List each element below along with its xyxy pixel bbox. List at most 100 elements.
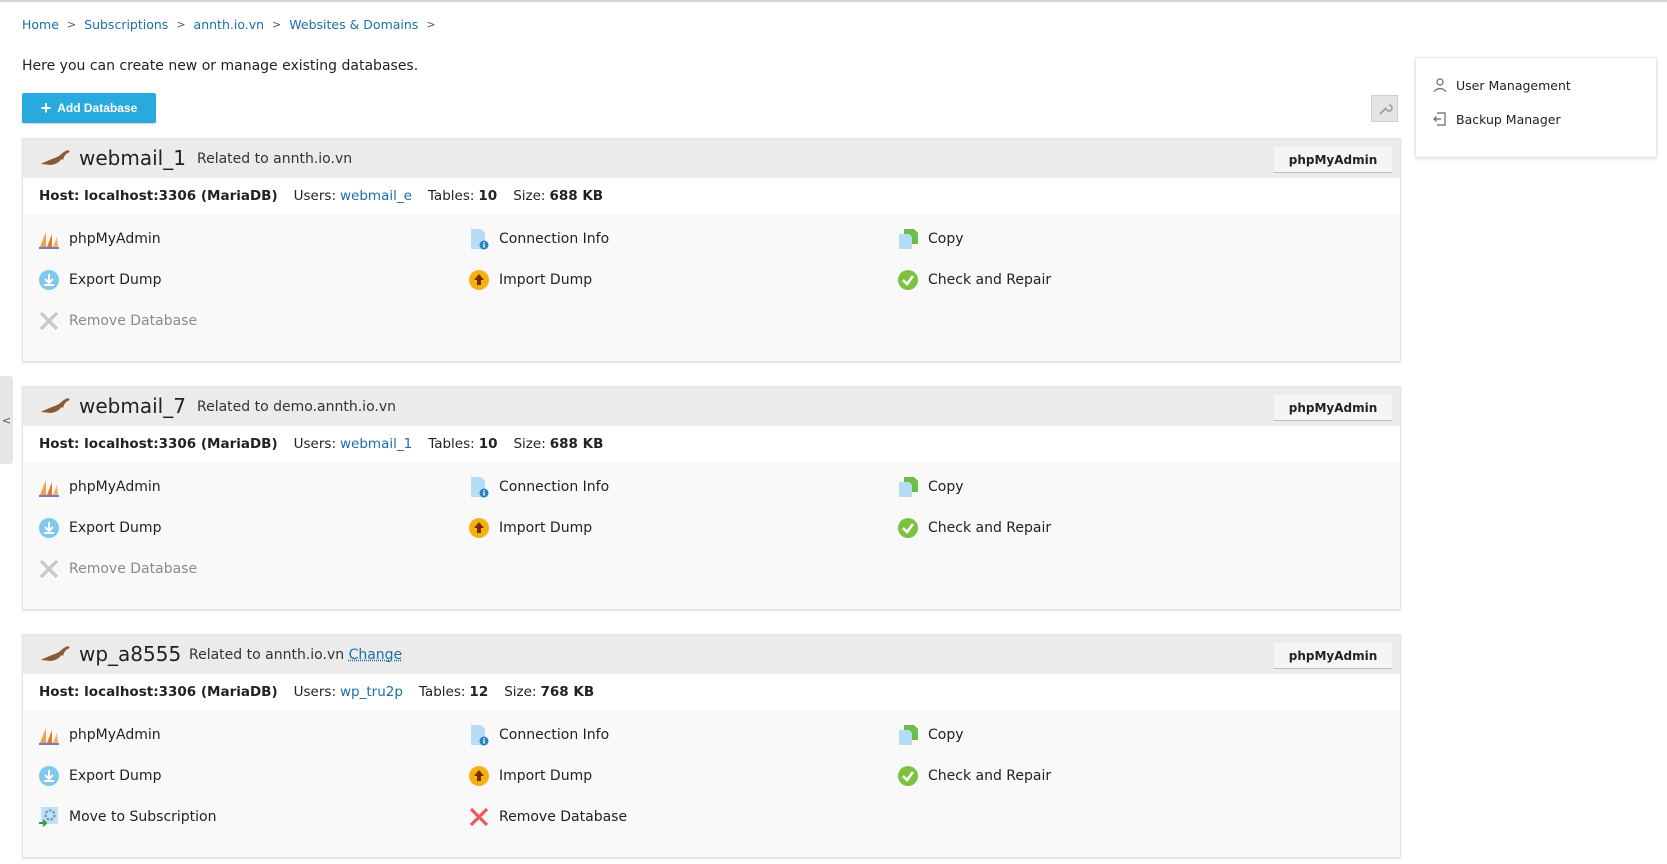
mariadb-seal-icon [41, 398, 70, 413]
database-card: wp_a8555 Related to annth.io.vn Change p… [22, 634, 1401, 858]
copy-icon [899, 725, 918, 745]
action-remove-database[interactable]: Remove Database [468, 806, 627, 828]
action-connection-info[interactable]: Connection Info [468, 228, 609, 250]
action-check-repair[interactable]: Check and Repair [897, 765, 1051, 787]
database-header: wp_a8555 Related to annth.io.vn Change p… [23, 635, 1400, 674]
export-download-icon [39, 270, 59, 290]
settings-tool-button[interactable] [1371, 95, 1398, 122]
database-user-link[interactable]: webmail_1 [340, 436, 412, 452]
database-header: webmail_7 Related to demo.annth.io.vn ph… [23, 387, 1400, 426]
user-management-label: User Management [1456, 77, 1571, 93]
database-card: webmail_7 Related to demo.annth.io.vn ph… [22, 386, 1401, 610]
action-move-to-subscription[interactable]: Move to Subscription [38, 806, 217, 828]
mariadb-seal-icon [41, 150, 70, 165]
action-remove-database-disabled: Remove Database [38, 558, 197, 580]
database-info: Host: localhost:3306 (MariaDB) Users: web… [23, 426, 1400, 462]
phpmyadmin-sail-icon [39, 232, 59, 249]
database-name[interactable]: webmail_1 [79, 146, 186, 170]
phpmyadmin-header-button[interactable]: phpMyAdmin [1274, 643, 1392, 669]
sidebar-collapse-toggle[interactable]: < [0, 376, 13, 464]
database-name[interactable]: wp_a8555 [79, 642, 181, 666]
database-actions: phpMyAdmin Connection Info Copy Export D… [23, 710, 1400, 857]
backup-manager-link[interactable]: Backup Manager [1432, 111, 1561, 127]
wrench-icon [1378, 103, 1393, 115]
database-name[interactable]: webmail_7 [79, 394, 186, 418]
database-info: Host: localhost:3306 (MariaDB) Users: wp_… [23, 674, 1400, 710]
import-upload-icon [469, 270, 489, 290]
phpmyadmin-header-button[interactable]: phpMyAdmin [1274, 147, 1392, 173]
related-domain: Related to demo.annth.io.vn [197, 399, 397, 415]
database-size: 688 KB [549, 436, 604, 452]
database-actions: phpMyAdmin Connection Info Copy Export D… [23, 214, 1400, 361]
connection-info-icon [471, 477, 489, 498]
add-database-button[interactable]: + Add Database [22, 93, 156, 123]
database-user-link[interactable]: wp_tru2p [340, 684, 403, 700]
phpmyadmin-header-button[interactable]: phpMyAdmin [1274, 395, 1392, 421]
breadcrumb-websites-domains[interactable]: Websites & Domains [289, 17, 418, 32]
action-import-dump[interactable]: Import Dump [468, 269, 592, 291]
import-upload-icon [469, 518, 489, 538]
chevron-right-icon: > [176, 18, 186, 31]
related-domain: Related to annth.io.vn Change [189, 647, 403, 663]
add-database-label: Add Database [57, 101, 138, 115]
host-value: localhost:3306 (MariaDB) [84, 188, 278, 204]
action-connection-info[interactable]: Connection Info [468, 724, 609, 746]
database-size: 768 KB [540, 684, 595, 700]
move-subscription-gear-icon [39, 807, 58, 827]
change-domain-link[interactable]: Change [349, 647, 403, 663]
phpmyadmin-sail-icon [39, 480, 59, 497]
breadcrumb-home[interactable]: Home [22, 17, 59, 32]
action-phpmyadmin[interactable]: phpMyAdmin [38, 724, 161, 746]
remove-x-icon [469, 807, 489, 827]
database-card: webmail_1 Related to annth.io.vn phpMyAd… [22, 138, 1401, 362]
export-download-icon [39, 518, 59, 538]
action-import-dump[interactable]: Import Dump [468, 765, 592, 787]
tables-count: 12 [469, 684, 489, 700]
connection-info-icon [471, 725, 489, 746]
phpmyadmin-sail-icon [39, 728, 59, 745]
action-import-dump[interactable]: Import Dump [468, 517, 592, 539]
copy-icon [899, 229, 918, 249]
action-copy[interactable]: Copy [897, 476, 964, 498]
check-circle-icon [898, 766, 918, 786]
user-icon [1433, 78, 1447, 93]
action-check-repair[interactable]: Check and Repair [897, 269, 1051, 291]
database-header: webmail_1 Related to annth.io.vn phpMyAd… [23, 139, 1400, 178]
check-circle-icon [898, 518, 918, 538]
action-copy[interactable]: Copy [897, 724, 964, 746]
database-info: Host: localhost:3306 (MariaDB) Users: web… [23, 178, 1400, 214]
backup-icon [1433, 112, 1446, 126]
chevron-right-icon: > [426, 18, 436, 31]
related-domain: Related to annth.io.vn [197, 151, 353, 167]
action-export-dump[interactable]: Export Dump [38, 269, 161, 291]
user-management-link[interactable]: User Management [1432, 77, 1571, 93]
tools-panel: User Management Backup Manager [1415, 57, 1657, 158]
action-phpmyadmin[interactable]: phpMyAdmin [38, 228, 161, 250]
page-description: Here you can create new or manage existi… [22, 58, 419, 74]
chevron-right-icon: > [66, 18, 77, 31]
connection-info-icon [471, 229, 489, 250]
mariadb-seal-icon [41, 646, 70, 661]
backup-manager-label: Backup Manager [1456, 111, 1561, 127]
remove-x-icon [39, 559, 59, 579]
chevron-left-icon: < [1, 413, 12, 427]
database-user-link[interactable]: webmail_e [340, 188, 412, 204]
action-export-dump[interactable]: Export Dump [38, 765, 161, 787]
host-value: localhost:3306 (MariaDB) [84, 436, 278, 452]
action-phpmyadmin[interactable]: phpMyAdmin [38, 476, 161, 498]
export-download-icon [39, 766, 59, 786]
action-remove-database-disabled: Remove Database [38, 310, 197, 332]
action-connection-info[interactable]: Connection Info [468, 476, 609, 498]
breadcrumb: Home > Subscriptions > annth.io.vn > Websit… [22, 17, 444, 32]
action-check-repair[interactable]: Check and Repair [897, 517, 1051, 539]
database-size: 688 KB [549, 188, 604, 204]
action-export-dump[interactable]: Export Dump [38, 517, 161, 539]
breadcrumb-subscriptions[interactable]: Subscriptions [84, 17, 168, 32]
action-copy[interactable]: Copy [897, 228, 964, 250]
import-upload-icon [469, 766, 489, 786]
tables-count: 10 [478, 436, 498, 452]
chevron-right-icon: > [272, 18, 282, 31]
tables-count: 10 [478, 188, 498, 204]
host-value: localhost:3306 (MariaDB) [84, 684, 278, 700]
breadcrumb-subscription-domain[interactable]: annth.io.vn [194, 17, 265, 32]
